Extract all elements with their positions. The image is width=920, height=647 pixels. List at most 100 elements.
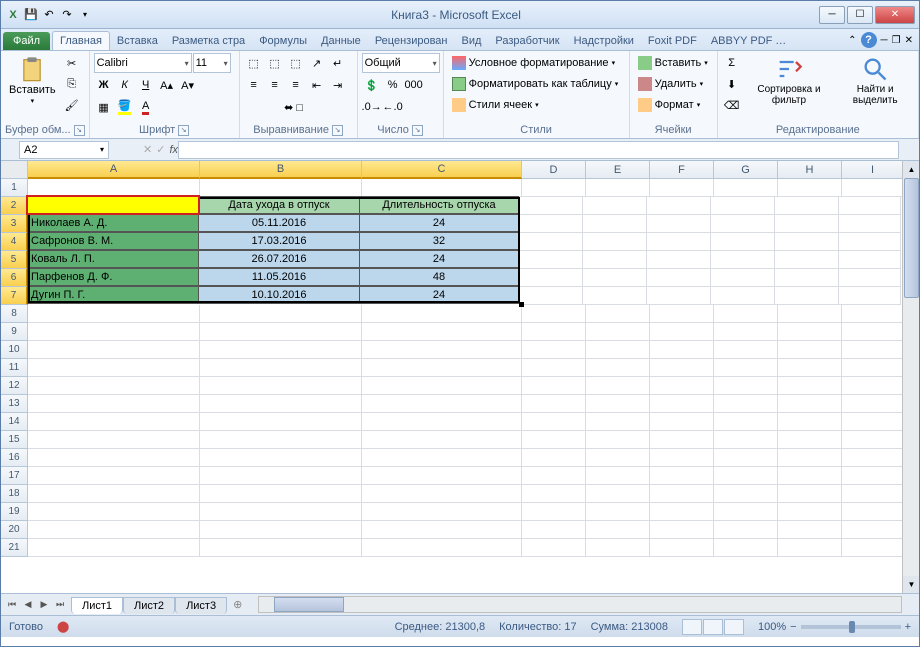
row-header-20[interactable]: 20	[1, 521, 28, 539]
row-header-3[interactable]: 3	[1, 215, 28, 233]
cell-A3[interactable]: Николаев А. Д.	[27, 214, 199, 232]
cut-button[interactable]: ✂	[62, 53, 82, 73]
cell-I7[interactable]	[839, 287, 901, 305]
cell-B3[interactable]: 05.11.2016	[198, 214, 360, 232]
cell-G3[interactable]	[711, 215, 775, 233]
cell-I18[interactable]	[842, 485, 904, 503]
cell-D1[interactable]	[522, 179, 586, 197]
save-icon[interactable]: 💾	[23, 7, 39, 23]
cell-I21[interactable]	[842, 539, 904, 557]
insert-cells-button[interactable]: Вставить▾	[634, 53, 712, 73]
cell-E2[interactable]	[583, 197, 647, 215]
cell-D18[interactable]	[522, 485, 586, 503]
orientation-icon[interactable]: ↗	[307, 53, 327, 73]
cell-B14[interactable]	[200, 413, 362, 431]
cell-F4[interactable]	[647, 233, 711, 251]
cell-B17[interactable]	[200, 467, 362, 485]
cell-I13[interactable]	[842, 395, 904, 413]
cell-G4[interactable]	[711, 233, 775, 251]
cell-E7[interactable]	[583, 287, 647, 305]
cell-D2[interactable]	[519, 197, 583, 215]
cell-I17[interactable]	[842, 467, 904, 485]
last-sheet-icon[interactable]: ⏭	[53, 598, 67, 612]
cell-E19[interactable]	[586, 503, 650, 521]
cell-B6[interactable]: 11.05.2016	[198, 268, 360, 286]
increase-font-icon[interactable]: A▴	[157, 75, 177, 95]
cell-I19[interactable]	[842, 503, 904, 521]
cell-A8[interactable]	[28, 305, 200, 323]
cell-I16[interactable]	[842, 449, 904, 467]
cell-H7[interactable]	[775, 287, 839, 305]
cell-I2[interactable]	[839, 197, 901, 215]
cell-C21[interactable]	[362, 539, 522, 557]
cell-B16[interactable]	[200, 449, 362, 467]
row-header-7[interactable]: 7	[1, 287, 28, 305]
macro-record-icon[interactable]: ⬤	[57, 620, 69, 633]
font-launcher-icon[interactable]: ↘	[178, 125, 189, 136]
row-header-13[interactable]: 13	[1, 395, 28, 413]
cell-I9[interactable]	[842, 323, 904, 341]
cell-A1[interactable]	[28, 179, 200, 197]
cell-A14[interactable]	[28, 413, 200, 431]
cell-H6[interactable]	[775, 269, 839, 287]
cell-D4[interactable]	[519, 233, 583, 251]
redo-icon[interactable]: ↷	[59, 7, 75, 23]
tab-foxit pdf[interactable]: Foxit PDF	[641, 32, 704, 50]
cell-C20[interactable]	[362, 521, 522, 539]
cell-G20[interactable]	[714, 521, 778, 539]
cell-I15[interactable]	[842, 431, 904, 449]
column-header-I[interactable]: I	[842, 161, 904, 179]
cell-D6[interactable]	[519, 269, 583, 287]
cell-A19[interactable]	[28, 503, 200, 521]
cell-E5[interactable]	[583, 251, 647, 269]
cell-H13[interactable]	[778, 395, 842, 413]
cell-G15[interactable]	[714, 431, 778, 449]
format-cells-button[interactable]: Формат▾	[634, 95, 712, 115]
align-right-icon[interactable]: ≡	[286, 75, 306, 95]
fill-icon[interactable]: ⬇	[722, 74, 742, 94]
cell-D3[interactable]	[519, 215, 583, 233]
cell-I12[interactable]	[842, 377, 904, 395]
number-format-combo[interactable]: Общий▾	[362, 53, 440, 73]
cell-E21[interactable]	[586, 539, 650, 557]
cell-B19[interactable]	[200, 503, 362, 521]
fx-icon[interactable]: fx	[169, 144, 178, 156]
cell-G13[interactable]	[714, 395, 778, 413]
cell-E4[interactable]	[583, 233, 647, 251]
cell-E9[interactable]	[586, 323, 650, 341]
row-header-2[interactable]: 2	[1, 197, 28, 215]
cell-E10[interactable]	[586, 341, 650, 359]
scroll-down-icon[interactable]: ▼	[903, 576, 919, 593]
sheet-tab-Лист1[interactable]: Лист1	[71, 597, 123, 614]
number-launcher-icon[interactable]: ↘	[412, 125, 423, 136]
cell-F6[interactable]	[647, 269, 711, 287]
cell-G8[interactable]	[714, 305, 778, 323]
align-center-icon[interactable]: ≡	[265, 75, 285, 95]
cell-F8[interactable]	[650, 305, 714, 323]
select-all-button[interactable]	[1, 161, 28, 179]
cell-C1[interactable]	[362, 179, 522, 197]
cell-H1[interactable]	[778, 179, 842, 197]
page-layout-view-button[interactable]	[703, 619, 723, 635]
cell-E16[interactable]	[586, 449, 650, 467]
cell-E17[interactable]	[586, 467, 650, 485]
cell-D15[interactable]	[522, 431, 586, 449]
cell-H14[interactable]	[778, 413, 842, 431]
cell-H12[interactable]	[778, 377, 842, 395]
sheet-tab-Лист2[interactable]: Лист2	[123, 597, 175, 614]
cell-D17[interactable]	[522, 467, 586, 485]
cell-H21[interactable]	[778, 539, 842, 557]
merge-cells-button[interactable]: ⬌ □	[244, 97, 344, 117]
cell-G9[interactable]	[714, 323, 778, 341]
cell-D11[interactable]	[522, 359, 586, 377]
cell-D12[interactable]	[522, 377, 586, 395]
conditional-formatting-button[interactable]: Условное форматирование▾	[448, 53, 623, 73]
cell-I3[interactable]	[839, 215, 901, 233]
cell-A11[interactable]	[28, 359, 200, 377]
cell-F3[interactable]	[647, 215, 711, 233]
row-header-17[interactable]: 17	[1, 467, 28, 485]
cell-E6[interactable]	[583, 269, 647, 287]
new-sheet-icon[interactable]: ⊕	[227, 598, 248, 611]
delete-cells-button[interactable]: Удалить▾	[634, 74, 712, 94]
cell-H15[interactable]	[778, 431, 842, 449]
